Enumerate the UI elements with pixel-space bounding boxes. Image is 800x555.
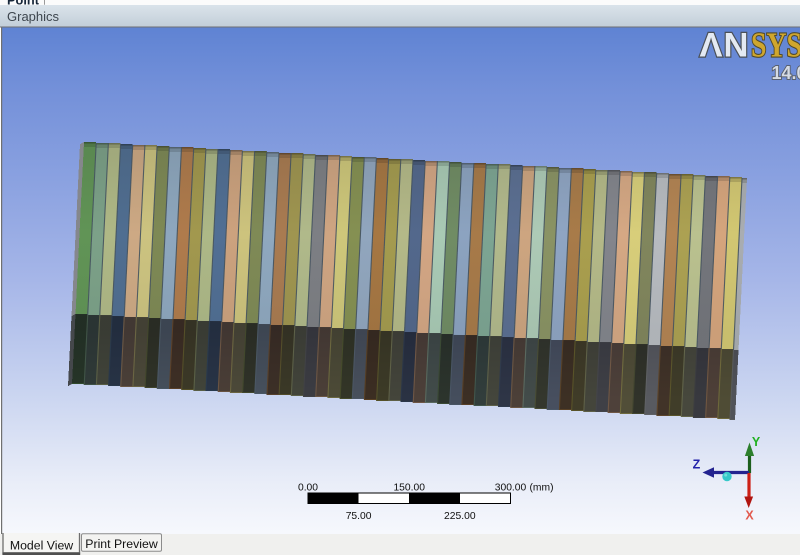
svg-text:ΛN: ΛN — [700, 27, 750, 65]
svg-text:75.00: 75.00 — [346, 511, 372, 522]
svg-text:0.00: 0.00 — [298, 483, 318, 494]
svg-text:150.00: 150.00 — [393, 483, 425, 494]
svg-text:14.0: 14.0 — [772, 63, 800, 83]
svg-text:Y: Y — [752, 435, 761, 449]
svg-text:Graphics: Graphics — [7, 9, 60, 24]
svg-text:Z: Z — [693, 458, 701, 472]
svg-text:300.00: 300.00 — [495, 483, 527, 494]
svg-text:(mm): (mm) — [530, 483, 554, 494]
svg-text:Model View: Model View — [10, 539, 73, 553]
svg-text:Print Preview: Print Preview — [85, 537, 158, 551]
svg-text:X: X — [745, 509, 754, 523]
svg-text:SYS: SYS — [751, 26, 800, 65]
svg-text:225.00: 225.00 — [444, 511, 476, 522]
